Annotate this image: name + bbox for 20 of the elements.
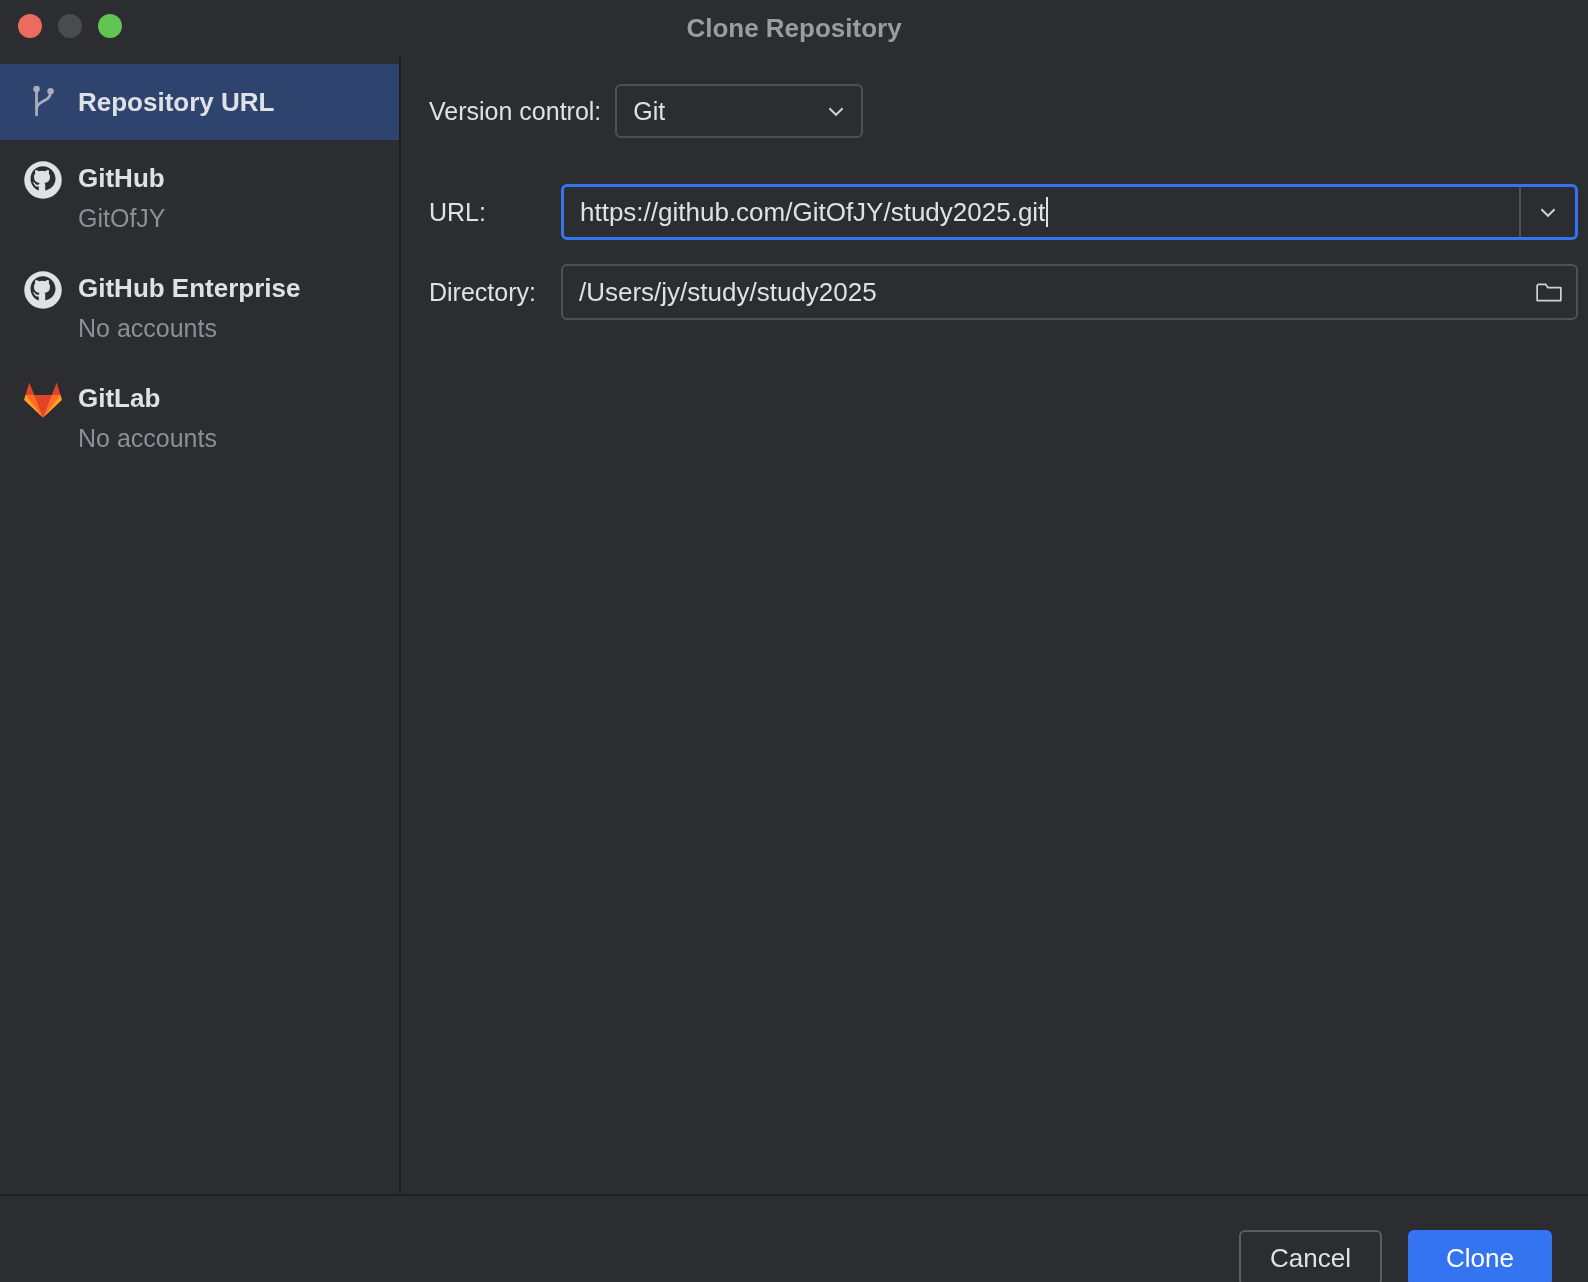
zoom-window-button[interactable]: [98, 14, 122, 38]
chevron-down-icon: [827, 105, 846, 117]
octocat-icon: [23, 270, 63, 310]
field-label: URL:: [429, 197, 487, 227]
sidebar-item[interactable]: Repository URL: [0, 64, 399, 140]
sidebar-item[interactable]: GitLab No accounts: [0, 360, 399, 470]
chevron-down-icon: [1539, 206, 1557, 218]
sidebar-item[interactable]: GitHub GitOfJY: [0, 140, 399, 250]
close-window-button[interactable]: [18, 14, 42, 38]
field-label: Directory:: [429, 277, 537, 307]
octocat-icon: [23, 160, 63, 200]
field-label: Version control:: [429, 96, 602, 126]
url-input-field[interactable]: https://github.com/GitOfJY/study2025.git: [561, 184, 1578, 240]
cancel-button[interactable]: Cancel: [1239, 1230, 1382, 1282]
sidebar-item[interactable]: GitHub Enterprise No accounts: [0, 250, 399, 360]
clone-button[interactable]: Clone: [1408, 1230, 1552, 1282]
window-title: Clone Repository: [686, 12, 902, 44]
directory-input-field[interactable]: /Users/jy/study/study2025: [561, 264, 1578, 320]
version-control-dropdown[interactable]: Git: [615, 84, 864, 138]
fox-icon: [23, 380, 63, 420]
